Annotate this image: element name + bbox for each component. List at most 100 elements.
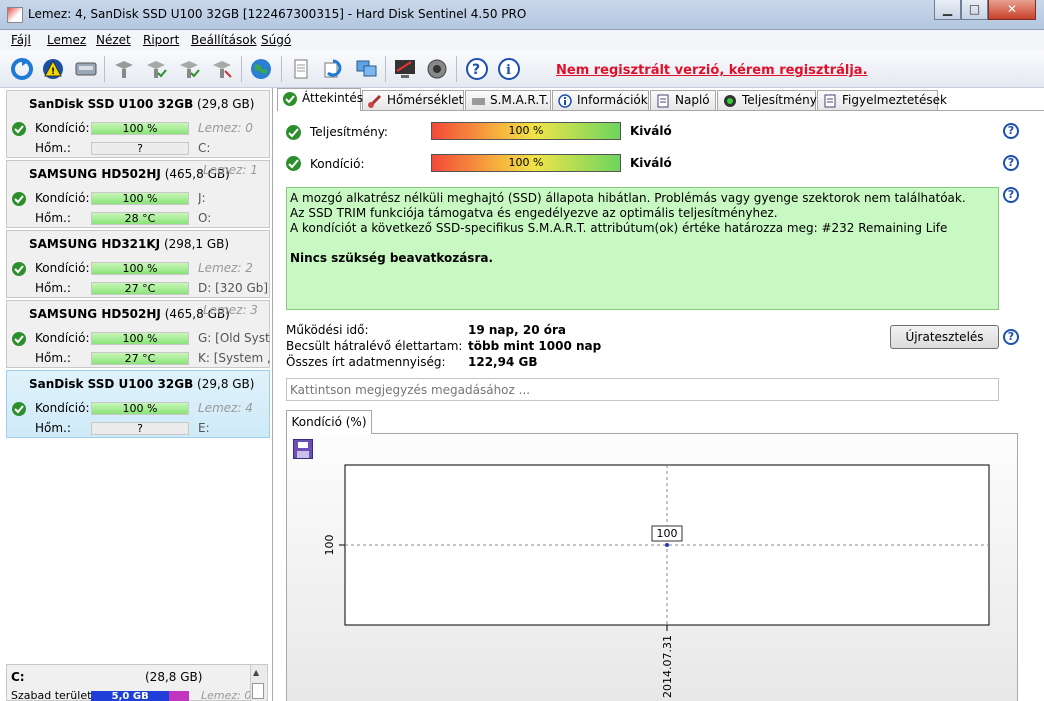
temperature-label: Hőm.: [35, 281, 71, 295]
maximize-button[interactable]: □ [961, 0, 988, 20]
tab-label: Teljesítmény [742, 93, 817, 107]
menu-report[interactable]: Riport [143, 33, 179, 47]
network-icon[interactable] [353, 56, 379, 82]
gauge-icon [724, 95, 736, 107]
volume-info: C: (28,8 GB) Szabad terület 5,0 GB Lemez… [6, 664, 268, 701]
volume-drive: C: [11, 670, 25, 684]
condition-label: Kondíció: [35, 261, 90, 275]
refresh-icon[interactable] [9, 56, 35, 82]
app-icon [7, 7, 23, 23]
condition-label: Kondíció: [310, 157, 365, 171]
status-line: A mozgó alkatrész nélküli meghajtó (SSD)… [290, 191, 966, 205]
condition-label: Kondíció: [35, 191, 90, 205]
globe-icon[interactable] [248, 56, 274, 82]
check-ok-icon [12, 122, 26, 136]
temperature-bar: ? [91, 422, 189, 435]
tab-information[interactable]: Információk [552, 90, 649, 110]
tab-alerts[interactable]: Figyelmeztetések [817, 90, 947, 110]
drive-icon[interactable] [73, 56, 99, 82]
y-tick-label: 100 [323, 535, 336, 556]
toolbar-separator [281, 56, 282, 82]
retest-button[interactable]: Újratesztelés [890, 325, 999, 349]
tab-log[interactable]: Napló [650, 90, 716, 110]
menu-settings[interactable]: Beállítások [191, 33, 257, 47]
menu-help[interactable]: Súgó [261, 33, 291, 47]
disk-item[interactable]: SAMSUNG HD502HJ (465,8 GB) Kondíció: 100… [6, 160, 270, 228]
disk-check-icon[interactable] [143, 56, 169, 82]
close-button[interactable]: ✕ [988, 0, 1036, 20]
toolbar-separator [385, 56, 386, 82]
drive-letter: K: [System , P [198, 351, 270, 365]
free-space-fill: 5,0 GB [91, 691, 170, 701]
disk-gray-icon[interactable] [111, 56, 137, 82]
warning-icon[interactable]: ! [40, 56, 66, 82]
tab-smart[interactable]: S.M.A.R.T. [465, 90, 551, 110]
scroll-thumb[interactable] [252, 683, 264, 699]
disk-name: SanDisk SSD U100 32GB (29,8 GB) [29, 97, 255, 111]
disk-list-panel: SanDisk SSD U100 32GB (29,8 GB) Kondíció… [0, 88, 273, 701]
temperature-label: Hőm.: [35, 211, 71, 225]
disk-tools-icon[interactable] [209, 56, 235, 82]
menu-bar: Fájl Lemez Nézet Riport Beállítások Súgó [0, 30, 1044, 50]
overview-panel: Teljesítmény: 100 % Kiváló ? Kondíció: 1… [277, 110, 1044, 701]
tab-temperature[interactable]: Hőmérséklet [362, 90, 464, 110]
menu-file[interactable]: Fájl [11, 33, 31, 47]
drive-letter: C: [198, 141, 211, 155]
monitor-icon[interactable] [392, 56, 418, 82]
performance-label: Teljesítmény: [310, 125, 388, 139]
disk-index: Lemez: 0 [198, 121, 253, 135]
x-tick-label: 2014.07.31 [661, 635, 674, 698]
tab-overview[interactable]: Áttekintés [277, 88, 363, 111]
tab-condition-chart[interactable]: Kondíció (%) [286, 410, 372, 434]
speaker-icon[interactable] [424, 56, 450, 82]
temperature-bar: ? [91, 142, 189, 155]
disk-index: Lemez: 1 [203, 163, 258, 177]
volume-disk-index: Lemez: 0 [201, 689, 252, 701]
menu-disk[interactable]: Lemez [47, 33, 86, 47]
svg-text:?: ? [472, 62, 480, 78]
drive-letter: E: [198, 421, 210, 435]
menu-view[interactable]: Nézet [96, 33, 131, 47]
status-description: A mozgó alkatrész nélküli meghajtó (SSD)… [286, 187, 999, 310]
disk-item[interactable]: SAMSUNG HD502HJ (465,8 GB) Kondíció: 100… [6, 300, 270, 368]
status-line: A kondíciót a következő SSD-specifikus S… [290, 221, 948, 235]
copy-icon[interactable] [320, 56, 346, 82]
register-link[interactable]: Nem regisztrált verzió, kérem regisztrál… [556, 63, 868, 78]
performance-rating: Kiváló [630, 124, 672, 138]
help-icon[interactable]: ? [1003, 329, 1019, 345]
help-icon[interactable]: ? [464, 56, 490, 82]
disk-check2-icon[interactable] [176, 56, 202, 82]
info-icon[interactable]: i [496, 56, 522, 82]
report-icon[interactable] [288, 56, 314, 82]
check-ok-icon [12, 332, 26, 346]
note-input[interactable] [286, 378, 999, 401]
written-data-value: 122,94 GB [468, 355, 538, 369]
help-icon[interactable]: ? [1003, 155, 1019, 171]
disk-item[interactable]: SanDisk SSD U100 32GB (29,8 GB) Kondíció… [6, 90, 270, 158]
temperature-bar: 27 °C [91, 282, 189, 295]
scrollbar[interactable]: ▲ [250, 665, 266, 701]
toolbar-separator [104, 56, 105, 82]
drive-letter: G: [Old System] [198, 331, 270, 345]
tab-label: Információk [577, 93, 648, 107]
scroll-up-icon[interactable]: ▲ [253, 668, 259, 677]
disk-item-selected[interactable]: SanDisk SSD U100 32GB (29,8 GB) Kondíció… [6, 370, 270, 438]
temperature-label: Hőm.: [35, 351, 71, 365]
help-icon[interactable]: ? [1003, 123, 1019, 139]
tab-label: S.M.A.R.T. [490, 93, 549, 107]
free-space-bar: 5,0 GB [91, 691, 189, 701]
tab-label: Hőmérséklet [387, 93, 464, 107]
svg-text:i: i [506, 63, 511, 78]
status-action: Nincs szükség beavatkozásra. [290, 251, 494, 265]
temperature-bar: 27 °C [91, 352, 189, 365]
tab-performance[interactable]: Teljesítmény [717, 90, 817, 110]
condition-gauge: 100 % [431, 154, 621, 172]
svg-text:!: ! [51, 67, 55, 77]
disk-item[interactable]: SAMSUNG HD321KJ (298,1 GB) Kondíció: 100… [6, 230, 270, 298]
volume-size: (28,8 GB) [145, 670, 203, 684]
help-icon[interactable]: ? [1003, 187, 1019, 203]
data-point [665, 543, 669, 547]
condition-label: Kondíció: [35, 331, 90, 345]
minimize-button[interactable]: ▁ [934, 0, 961, 20]
check-ok-icon [283, 92, 297, 106]
